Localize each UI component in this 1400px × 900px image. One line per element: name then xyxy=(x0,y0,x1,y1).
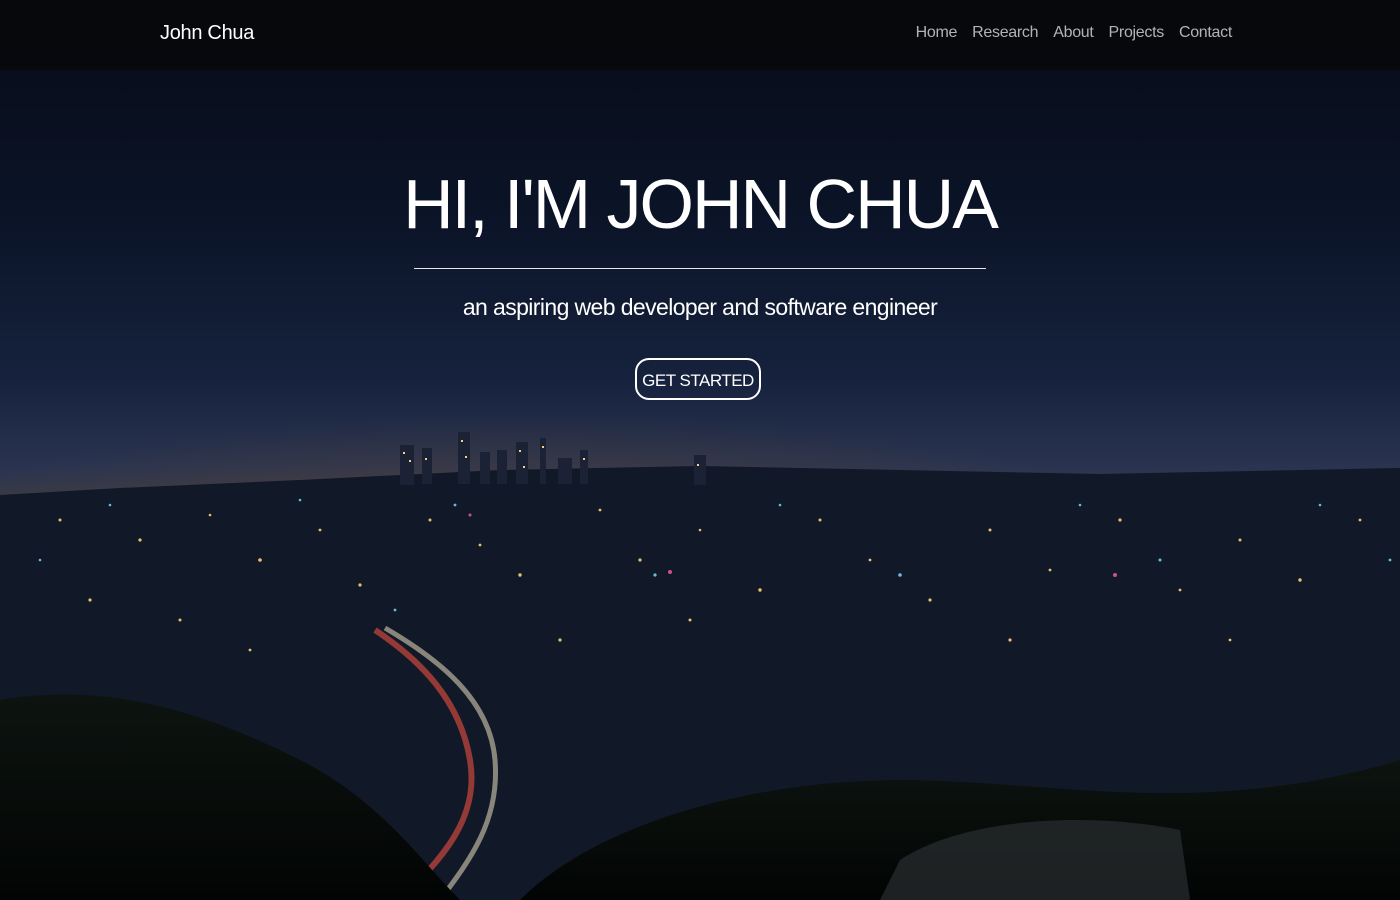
nav-links: Home Research About Projects Contact xyxy=(916,24,1233,42)
hero-background-image xyxy=(0,0,1400,900)
nav-home[interactable]: Home xyxy=(916,24,958,42)
nav-about[interactable]: About xyxy=(1053,24,1094,42)
navbar: John Chua Home Research About Projects C… xyxy=(0,0,1400,70)
nav-research[interactable]: Research xyxy=(972,24,1038,42)
get-started-button[interactable]: GET STARTED xyxy=(635,358,761,400)
hero-subtitle: an aspiring web developer and software e… xyxy=(462,294,938,320)
page: John Chua Home Research About Projects C… xyxy=(0,0,1400,900)
nav-projects[interactable]: Projects xyxy=(1109,24,1165,42)
brand-link[interactable]: John Chua xyxy=(160,22,254,45)
nav-contact[interactable]: Contact xyxy=(1179,24,1232,42)
hero-divider xyxy=(414,268,986,269)
hero-title: HI, I'M JOHN CHUA xyxy=(403,165,999,243)
